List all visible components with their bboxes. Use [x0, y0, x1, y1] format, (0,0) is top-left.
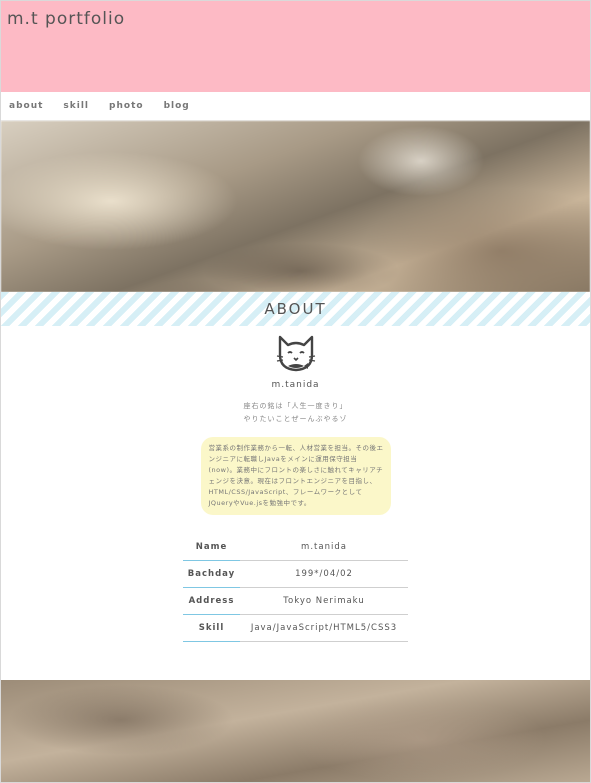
main-nav: about skill photo blog	[1, 92, 590, 121]
site-title[interactable]: m.t portfolio	[7, 9, 125, 29]
row-value-address: Tokyo Nerimaku	[240, 587, 408, 615]
table-row: Name m.tanida	[183, 534, 408, 561]
row-label-skill: Skill	[183, 614, 240, 642]
motto-line-2: やりたいことぜーんぶやるゾ	[243, 415, 348, 423]
row-value-birthday: 199*/04/02	[240, 560, 408, 588]
row-label-name: Name	[183, 534, 240, 561]
table-row: Address Tokyo Nerimaku	[183, 587, 408, 615]
cat-face-icon	[276, 335, 315, 372]
row-value-skill: Java/JavaScript/HTML5/CSS3	[240, 614, 408, 642]
about-section: m.tanida 座右の銘は「人生一度きり」 やりたいことぜーんぶやるゾ 営業系…	[1, 326, 590, 642]
bottom-cat-photo	[1, 680, 590, 782]
nav-blog-link[interactable]: blog	[164, 101, 190, 111]
site-header: m.t portfolio	[1, 1, 590, 92]
table-row: Skill Java/JavaScript/HTML5/CSS3	[183, 614, 408, 642]
nav-skill-link[interactable]: skill	[63, 101, 89, 111]
motto-line-1: 座右の銘は「人生一度きり」	[243, 402, 348, 410]
row-label-birthday: Bachday	[183, 560, 240, 588]
nav-photo-link[interactable]: photo	[109, 101, 144, 111]
row-label-address: Address	[183, 587, 240, 615]
motto-text: 座右の銘は「人生一度きり」 やりたいことぜーんぶやるゾ	[244, 400, 348, 426]
bio-box: 営業系の制作業務から一転、人材営業を担当。その後エンジニアに転職しJavaをメイ…	[200, 437, 391, 515]
table-row: Bachday 199*/04/02	[183, 560, 408, 588]
hero-cat-photo	[1, 121, 590, 292]
page-frame: m.t portfolio about skill photo blog ABO…	[0, 0, 591, 783]
nav-about-link[interactable]: about	[9, 101, 43, 111]
profile-name: m.tanida	[271, 380, 320, 390]
profile-table: Name m.tanida Bachday 199*/04/02 Address…	[183, 534, 408, 642]
about-heading-band: ABOUT	[1, 292, 590, 326]
about-heading: ABOUT	[264, 300, 327, 318]
row-value-name: m.tanida	[240, 534, 408, 561]
